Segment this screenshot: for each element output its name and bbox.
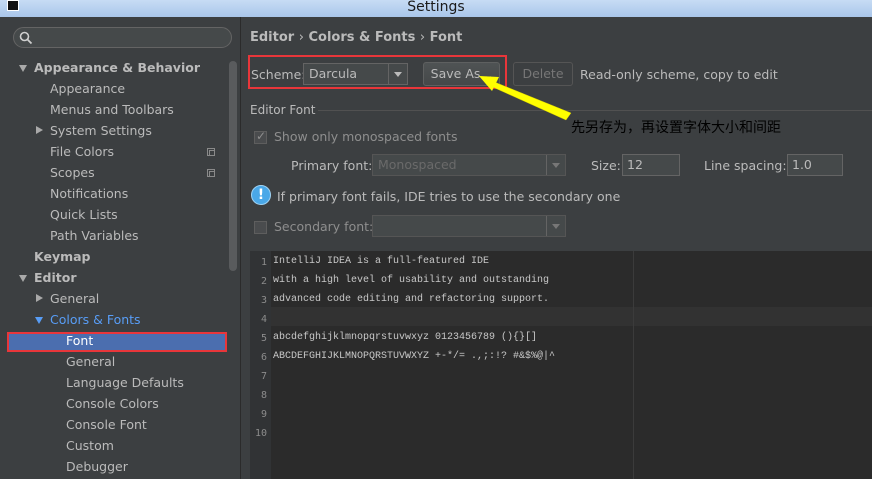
line-number: 7 bbox=[260, 371, 267, 382]
preview-code-line: ABCDEFGHIJKLMNOPQRSTUVWXYZ +-*/= .,;:!? … bbox=[273, 351, 556, 362]
monospaced-label: Show only monospaced fonts bbox=[274, 129, 458, 144]
preview-code-line: with a high level of usability and outst… bbox=[273, 275, 550, 286]
primary-font-select[interactable]: Monospaced bbox=[372, 154, 566, 176]
search-icon bbox=[19, 31, 33, 45]
breadcrumb-separator: › bbox=[298, 30, 304, 45]
window-titlebar: Settings bbox=[0, 0, 872, 17]
line-spacing-label: Line spacing: bbox=[704, 158, 787, 173]
size-field[interactable]: 12 bbox=[622, 154, 680, 176]
breadcrumb: Editor › Colors & Fonts › Font bbox=[250, 30, 462, 45]
breadcrumb-colors-fonts: Colors & Fonts bbox=[308, 30, 416, 45]
annotation-text: 先另存为，再设置字体大小和间距 bbox=[571, 120, 781, 136]
line-number: 3 bbox=[260, 295, 267, 306]
breadcrumb-editor: Editor bbox=[250, 30, 295, 45]
tree-item-appearance[interactable]: Appearance bbox=[50, 79, 125, 99]
settings-content: Editor › Colors & Fonts › Font Scheme: D… bbox=[241, 17, 872, 479]
preview-code-line: IntelliJ IDEA is a full-featured IDE bbox=[273, 256, 490, 267]
tree-item-colors-general[interactable]: General bbox=[66, 352, 115, 372]
tree-item-custom[interactable]: Custom bbox=[66, 436, 114, 456]
preview-code-line: abcdefghijklmnopqrstuvwxyz 0123456789 ()… bbox=[273, 332, 538, 343]
chevron-down-icon[interactable] bbox=[388, 64, 407, 84]
tree-item-appearance-behavior[interactable]: Appearance & Behavior bbox=[34, 58, 200, 78]
monospaced-checkbox[interactable] bbox=[254, 129, 267, 144]
delete-button[interactable]: Delete bbox=[513, 62, 573, 86]
info-icon: ! bbox=[251, 185, 271, 205]
font-preview-editor[interactable]: 1 2 3 4 5 6 7 8 9 10 IntelliJ IDEA is a … bbox=[250, 251, 872, 479]
expand-arrow-icon[interactable] bbox=[19, 65, 27, 72]
scheme-select[interactable]: Darcula bbox=[303, 63, 408, 85]
tree-item-quick-lists[interactable]: Quick Lists bbox=[50, 205, 118, 225]
line-number: 10 bbox=[254, 428, 267, 439]
save-as-button[interactable]: Save As... bbox=[423, 62, 500, 86]
tree-item-editor[interactable]: Editor bbox=[34, 268, 77, 288]
tree-item-debugger[interactable]: Debugger bbox=[66, 457, 128, 477]
tree-item-colors-fonts[interactable]: Colors & Fonts bbox=[50, 310, 141, 330]
line-number: 2 bbox=[260, 276, 267, 287]
tree-item-menus-toolbars[interactable]: Menus and Toolbars bbox=[50, 100, 174, 120]
preview-code-line: advanced code editing and refactoring su… bbox=[273, 294, 550, 305]
scheme-value: Darcula bbox=[309, 66, 358, 81]
editor-font-section-title: Editor Font bbox=[250, 103, 316, 117]
line-number: 9 bbox=[260, 409, 267, 420]
secondary-font-checkbox[interactable] bbox=[254, 221, 267, 234]
tree-item-file-colors[interactable]: File Colors bbox=[50, 142, 114, 162]
tree-item-console-font[interactable]: Console Font bbox=[66, 415, 147, 435]
breadcrumb-font: Font bbox=[429, 30, 463, 45]
secondary-font-select[interactable] bbox=[372, 215, 566, 237]
right-margin-guide bbox=[633, 251, 634, 479]
expand-arrow-icon[interactable] bbox=[19, 275, 27, 282]
tree-item-font[interactable]: Font bbox=[66, 331, 93, 351]
line-number: 1 bbox=[260, 257, 267, 268]
tree-item-editor-general[interactable]: General bbox=[50, 289, 99, 309]
tree-item-notifications[interactable]: Notifications bbox=[50, 184, 128, 204]
tree-item-keymap[interactable]: Keymap bbox=[34, 247, 91, 267]
secondary-font-label: Secondary font: bbox=[274, 219, 374, 234]
chevron-down-icon[interactable] bbox=[546, 216, 565, 236]
intellij-app-icon bbox=[7, 0, 19, 11]
tree-item-font-selected[interactable] bbox=[7, 332, 227, 352]
line-number: 4 bbox=[260, 314, 267, 325]
size-label: Size: bbox=[591, 158, 621, 173]
settings-sidebar: Appearance & Behavior Appearance Menus a… bbox=[0, 17, 241, 479]
sidebar-scrollbar[interactable] bbox=[229, 61, 237, 271]
search-input[interactable] bbox=[13, 27, 232, 48]
scheme-label: Scheme: bbox=[251, 67, 306, 82]
readonly-note: Read-only scheme, copy to edit bbox=[580, 67, 778, 82]
primary-font-label: Primary font: bbox=[291, 158, 373, 173]
info-text: If primary font fails, IDE tries to use … bbox=[277, 189, 621, 204]
project-copy-icon bbox=[207, 148, 215, 156]
collapse-arrow-icon[interactable] bbox=[36, 294, 43, 302]
line-number: 8 bbox=[260, 390, 267, 401]
expand-arrow-icon[interactable] bbox=[35, 317, 43, 324]
tree-item-console-colors[interactable]: Console Colors bbox=[66, 394, 159, 414]
project-copy-icon bbox=[207, 169, 215, 177]
chevron-down-icon[interactable] bbox=[546, 155, 565, 175]
line-number: 5 bbox=[260, 333, 267, 344]
tree-item-language-defaults[interactable]: Language Defaults bbox=[66, 373, 184, 393]
window-title: Settings bbox=[407, 0, 465, 15]
tree-item-system-settings[interactable]: System Settings bbox=[50, 121, 152, 141]
primary-font-value: Monospaced bbox=[378, 157, 457, 172]
line-spacing-field[interactable]: 1.0 bbox=[787, 154, 843, 176]
tree-item-path-variables[interactable]: Path Variables bbox=[50, 226, 139, 246]
section-divider bbox=[318, 110, 872, 111]
tree-item-scopes[interactable]: Scopes bbox=[50, 163, 95, 183]
collapse-arrow-icon[interactable] bbox=[36, 126, 43, 134]
caret-row-highlight bbox=[271, 307, 872, 326]
line-number: 6 bbox=[260, 352, 267, 363]
breadcrumb-separator: › bbox=[419, 30, 426, 45]
